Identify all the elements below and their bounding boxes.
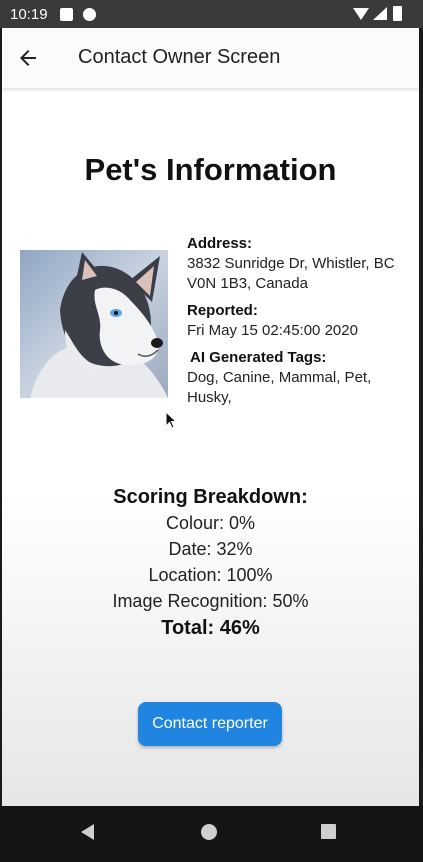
status-time: 10:19: [10, 6, 48, 23]
nav-back-icon[interactable]: [81, 824, 94, 840]
contact-reporter-button[interactable]: Contact reporter: [138, 702, 282, 746]
pet-details: Address: 3832 Sunridge Dr, Whistler, BC …: [187, 234, 412, 415]
pet-photo: [20, 250, 168, 398]
app-screen: Contact Owner Screen Pet's Information A…: [2, 28, 419, 806]
score-location: Location: 100%: [148, 565, 273, 585]
reported-label: Reported:: [187, 302, 258, 319]
arrow-left-icon[interactable]: [16, 46, 40, 70]
wifi-icon: [353, 8, 369, 20]
status-bar: 10:19: [0, 0, 423, 28]
address-block: Address: 3832 Sunridge Dr, Whistler, BC …: [187, 234, 412, 294]
signal-icon: [373, 7, 387, 20]
phone-frame: 10:19 Contact Owner Screen Pet's Informa…: [0, 0, 423, 862]
status-icons: [353, 6, 413, 22]
app-bar: Contact Owner Screen: [2, 28, 419, 88]
p-notification-icon: [83, 8, 96, 21]
address-value: 3832 Sunridge Dr, Whistler, BC V0N 1B3, …: [187, 255, 395, 292]
score-colour: Colour: 0%: [165, 513, 256, 533]
page-title: Pet's Information: [84, 152, 337, 187]
tags-value: Dog, Canine, Mammal, Pet, Husky,: [187, 369, 372, 406]
nav-recents-icon[interactable]: [321, 824, 336, 839]
reported-value: Fri May 15 02:45:00 2020: [187, 322, 358, 339]
address-label: Address:: [187, 235, 253, 252]
tags-label: AI Generated Tags:: [190, 349, 327, 366]
score-image-recognition: Image Recognition: 50%: [112, 591, 309, 611]
mouse-cursor-icon: [165, 411, 177, 429]
system-nav-bar: [0, 806, 423, 862]
app-bar-title: Contact Owner Screen: [78, 46, 281, 68]
battery-icon: [393, 6, 402, 21]
tags-block: AI Generated Tags: Dog, Canine, Mammal, …: [187, 348, 412, 408]
scoring-title: Scoring Breakdown:: [113, 486, 308, 508]
nav-home-icon[interactable]: [201, 824, 217, 840]
reported-block: Reported: Fri May 15 02:45:00 2020: [187, 301, 412, 341]
husky-puppy-image: [20, 250, 168, 398]
score-date: Date: 32%: [168, 539, 253, 559]
a-notification-icon: [60, 8, 73, 21]
scoring-breakdown: Scoring Breakdown: Colour: 0% Date: 32% …: [2, 484, 419, 642]
score-total: Total: 46%: [161, 617, 260, 639]
